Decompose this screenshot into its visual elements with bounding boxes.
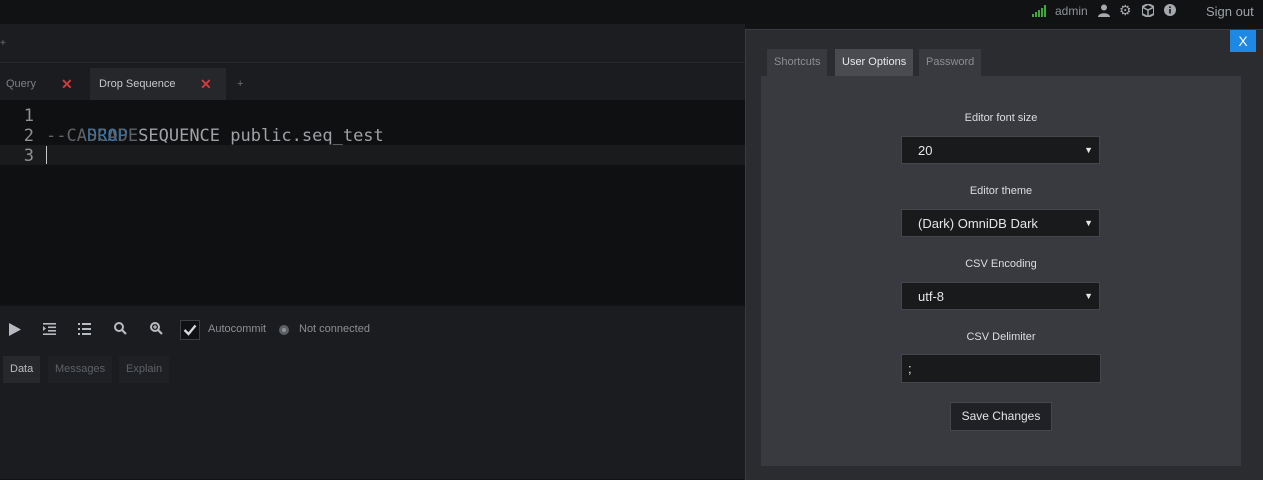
tab-label: Drop Sequence [99,78,176,90]
top-bar: admin ⚙ Sign out [0,0,1263,24]
tab-label: Query [6,78,36,90]
info-icon[interactable] [1164,4,1176,16]
csv-encoding-select[interactable]: utf-8 ▼ [901,282,1100,310]
query-toolbar: Autocommit Not connected [0,306,745,352]
user-icon[interactable] [1098,4,1110,17]
results-panel [0,383,745,479]
close-tab-icon[interactable]: ✕ [61,68,73,100]
csv-encoding-label: CSV Encoding [965,258,1037,270]
username: admin [1055,4,1088,18]
chevron-down-icon: ▼ [1084,145,1093,155]
save-changes-button[interactable]: Save Changes [950,402,1052,431]
chevron-down-icon: ▼ [1084,218,1093,228]
tab-user-options[interactable]: User Options [835,49,914,76]
zoom-in-icon[interactable] [150,322,163,335]
tab-password[interactable]: Password [919,49,982,76]
tab-query[interactable]: Query ✕ [0,68,85,100]
active-line-highlight: 3 [0,145,745,166]
signal-icon [1032,5,1046,17]
font-size-value: 20 [918,143,933,158]
csv-delimiter-label: CSV Delimiter [966,331,1036,343]
search-icon[interactable] [114,322,127,335]
theme-select[interactable]: (Dark) OmniDB Dark ▼ [901,209,1100,237]
line-number: 3 [23,146,34,166]
autocommit-label: Autocommit [208,323,267,335]
theme-label: Editor theme [969,185,1033,197]
tab-messages[interactable]: Messages [48,356,113,383]
tab-explain[interactable]: Explain [119,356,170,383]
tab-data[interactable]: Data [3,356,41,383]
text-cursor [46,146,47,164]
chevron-down-icon: ▼ [1084,291,1093,301]
add-connection-tab-button[interactable]: + [0,38,6,49]
add-query-tab-button[interactable]: + [237,78,243,90]
sql-editor[interactable]: 1 DROP SEQUENCE public.seq_test 2 --CASC… [0,100,745,305]
sql-text: SEQUENCE public.seq_test [127,126,384,146]
play-icon[interactable] [9,323,21,336]
cube-icon[interactable] [1142,4,1154,17]
connection-status: Not connected [299,323,370,335]
gear-icon[interactable]: ⚙ [1119,2,1132,19]
close-tab-icon[interactable]: ✕ [200,68,212,100]
check-icon [183,324,197,336]
line-number: 2 [23,126,34,146]
query-tabs-bar: Query ✕ Drop Sequence ✕ + [0,63,745,100]
code-line: --CASCADE [46,126,139,146]
tab-shortcuts[interactable]: Shortcuts [767,49,828,76]
connection-status-icon [279,325,289,335]
close-button[interactable]: X [1230,30,1256,52]
connection-tabs-bar: + [0,24,745,63]
line-number: 1 [23,106,34,126]
font-size-label: Editor font size [964,112,1038,124]
font-size-select[interactable]: 20 ▼ [901,136,1100,164]
indent-icon[interactable] [43,323,56,335]
list-icon[interactable] [78,323,91,335]
csv-encoding-value: utf-8 [918,289,945,304]
results-tabs-bar: Data Messages Explain [0,352,745,383]
theme-value: (Dark) OmniDB Dark [918,216,1038,231]
autocommit-checkbox[interactable] [180,320,200,340]
signout-link[interactable]: Sign out [1206,4,1254,19]
csv-delimiter-input[interactable] [901,354,1101,383]
tab-drop-sequence[interactable]: Drop Sequence ✕ [90,68,226,100]
